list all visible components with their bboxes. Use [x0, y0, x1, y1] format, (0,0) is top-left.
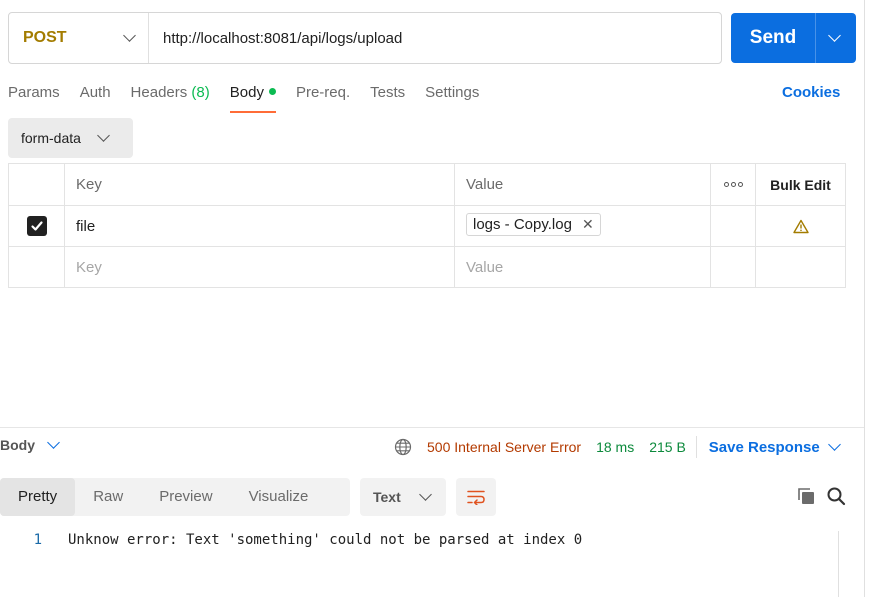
response-time[interactable]: 18 ms	[596, 439, 634, 455]
tab-tests[interactable]: Tests	[370, 82, 405, 114]
send-button[interactable]: Send	[731, 13, 856, 63]
tab-label: Tests	[370, 84, 406, 101]
chevron-down-icon[interactable]	[827, 438, 841, 451]
options-cell	[711, 247, 756, 287]
response-size[interactable]: 215 B	[649, 439, 686, 455]
send-divider	[815, 13, 816, 63]
file-name: logs - Copy.log	[473, 215, 572, 233]
response-body-label: Body	[0, 437, 35, 453]
value-cell[interactable]: logs - Copy.log ✕	[455, 206, 711, 246]
chevron-down-icon	[123, 29, 136, 42]
headers-count: (8)	[191, 84, 210, 101]
copy-icon[interactable]	[796, 486, 816, 511]
file-chip: logs - Copy.log ✕	[466, 212, 601, 236]
method-select[interactable]: POST	[9, 13, 149, 63]
send-label: Send	[749, 27, 797, 48]
options-cell	[711, 206, 756, 246]
tab-raw[interactable]: Raw	[75, 478, 141, 516]
tab-settings[interactable]: Settings	[425, 82, 479, 114]
tab-label: Auth	[79, 84, 111, 101]
table-header-row: Key Value Bulk Edit	[9, 164, 845, 205]
row-check-cell	[9, 206, 65, 246]
panel-divider[interactable]	[0, 427, 864, 428]
tab-headers[interactable]: Headers (8)	[131, 82, 210, 114]
method-label: POST	[23, 29, 67, 46]
key-placeholder-input[interactable]: Key	[65, 247, 455, 287]
checkmark-icon	[30, 221, 43, 231]
save-response-button[interactable]: Save Response	[709, 439, 820, 456]
more-horizontal-icon	[723, 182, 743, 187]
wrap-lines-button[interactable]	[456, 478, 496, 516]
tab-preview[interactable]: Preview	[141, 478, 230, 516]
body-mode-label: form-data	[21, 130, 81, 146]
tab-label: Body	[229, 84, 264, 101]
wrap-lines-icon	[467, 490, 485, 505]
cookies-link[interactable]: Cookies	[782, 84, 840, 101]
response-view-tabs: Pretty Raw Preview Visualize	[0, 478, 350, 516]
close-icon[interactable]: ✕	[582, 216, 594, 233]
status-dot-icon	[268, 88, 276, 95]
tab-pretty[interactable]: Pretty	[0, 478, 76, 516]
response-section-toggle[interactable]: Body	[0, 436, 60, 453]
tab-label: Settings	[425, 84, 480, 101]
status-code[interactable]: 500 Internal Server Error	[427, 439, 581, 455]
format-label: Text	[373, 489, 401, 505]
chevron-down-icon[interactable]	[828, 29, 841, 42]
tab-label: Headers	[130, 84, 188, 101]
value-placeholder-input[interactable]: Value	[455, 247, 711, 287]
empty-cell	[756, 247, 845, 287]
chevron-down-icon	[418, 488, 432, 501]
url-input[interactable]: http://localhost:8081/api/logs/upload	[149, 30, 402, 47]
row-checkbox[interactable]	[26, 216, 47, 236]
chevron-down-icon	[47, 436, 60, 449]
search-icon[interactable]	[826, 486, 846, 511]
tab-params[interactable]: Params	[8, 82, 60, 114]
chevron-down-icon	[97, 129, 110, 142]
response-meta: 500 Internal Server Error 18 ms 215 B Sa…	[394, 436, 841, 458]
key-input[interactable]: file	[65, 206, 455, 246]
header-check-cell	[9, 164, 65, 205]
response-text[interactable]: Unknow error: Text 'something' could not…	[68, 532, 582, 548]
tab-visualize[interactable]: Visualize	[231, 478, 327, 516]
warning-icon[interactable]	[792, 219, 809, 234]
form-data-table: Key Value Bulk Edit file logs - Copy.log…	[8, 163, 846, 288]
vertical-scrollbar[interactable]	[864, 0, 865, 597]
header-value: Value	[455, 164, 711, 205]
code-scrollbar[interactable]	[838, 531, 839, 597]
body-mode-select[interactable]: form-data	[8, 118, 133, 158]
request-tabs: Params Auth Headers (8) Body Pre-req. Te…	[8, 82, 499, 114]
code-line: 1 Unknow error: Text 'something' could n…	[0, 532, 583, 548]
tab-pre-request[interactable]: Pre-req.	[296, 82, 350, 114]
more-options-button[interactable]	[711, 164, 756, 205]
warning-cell	[756, 206, 845, 246]
tab-label: Pre-req.	[295, 84, 351, 101]
tab-auth[interactable]: Auth	[80, 82, 111, 114]
tab-body[interactable]: Body	[229, 82, 277, 114]
request-url-bar: POST http://localhost:8081/api/logs/uplo…	[8, 12, 722, 64]
row-check-cell	[9, 247, 65, 287]
format-select[interactable]: Text	[360, 478, 446, 516]
header-key: Key	[65, 164, 455, 205]
tab-label: Params	[8, 84, 60, 101]
table-row: file logs - Copy.log ✕	[9, 205, 845, 246]
line-number: 1	[33, 532, 42, 548]
bulk-edit-button[interactable]: Bulk Edit	[756, 164, 845, 205]
globe-icon[interactable]	[394, 438, 412, 456]
table-row-empty: Key Value	[9, 246, 845, 287]
divider	[695, 436, 697, 458]
